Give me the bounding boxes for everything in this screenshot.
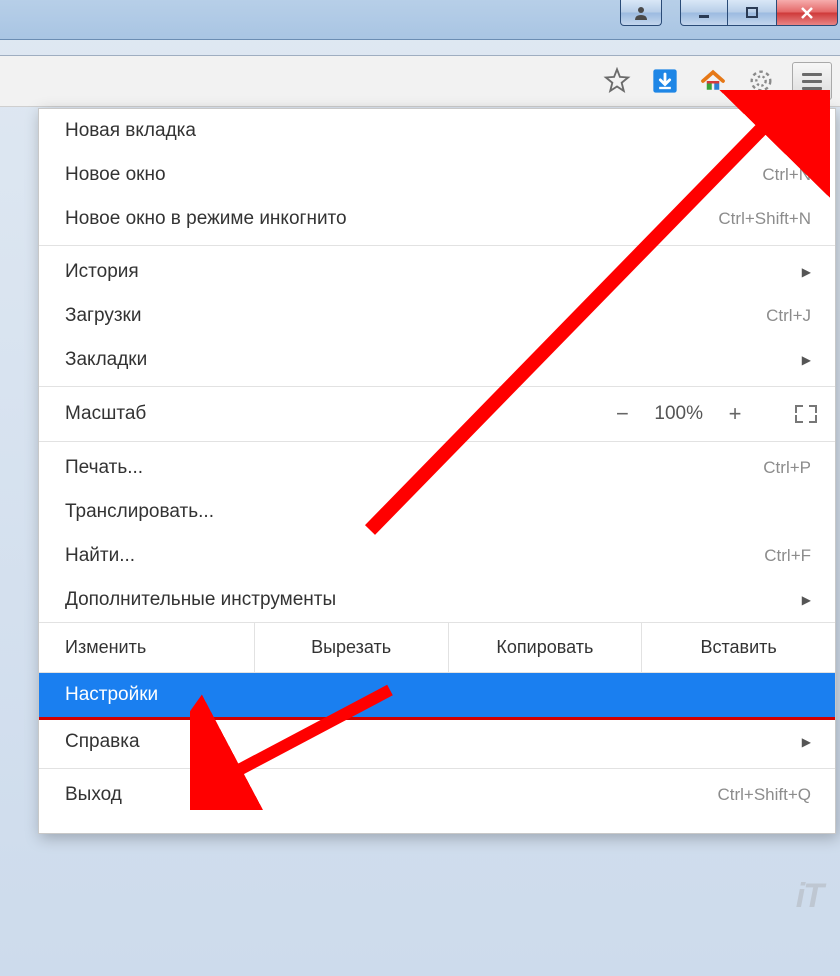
menu-item-label: Дополнительные инструменты [65, 589, 792, 611]
menu-item-shortcut: Ctrl+F [764, 546, 811, 566]
window-titlebar [0, 0, 840, 40]
menu-item-shortcut: Ctrl+Shift+N [718, 209, 811, 229]
menu-new-incognito[interactable]: Новое окно в режиме инкогнито Ctrl+Shift… [39, 197, 835, 241]
fullscreen-icon[interactable] [795, 405, 817, 423]
zoom-out-button[interactable]: − [612, 401, 632, 427]
browser-toolbar [0, 55, 840, 107]
menu-item-label: Транслировать... [65, 501, 811, 523]
menu-item-label: Новая вкладка [65, 120, 764, 142]
menu-item-label: Выход [65, 784, 717, 806]
zoom-value: 100% [654, 403, 703, 425]
menu-help[interactable]: Справка ▶ [39, 720, 835, 764]
close-button[interactable] [776, 0, 838, 26]
menu-find[interactable]: Найти... Ctrl+F [39, 534, 835, 578]
zoom-in-button[interactable]: + [725, 401, 745, 427]
menu-item-label: История [65, 261, 792, 283]
edit-copy-button[interactable]: Копировать [449, 623, 643, 672]
menu-separator [39, 768, 835, 769]
menu-item-label: Новое окно [65, 164, 762, 186]
menu-exit[interactable]: Выход Ctrl+Shift+Q [39, 773, 835, 817]
menu-item-shortcut: Ctrl+Shift+Q [717, 785, 811, 805]
menu-new-tab[interactable]: Новая вкладка Ctrl+T [39, 109, 835, 153]
menu-item-shortcut: Ctrl+N [762, 165, 811, 185]
menu-bookmarks[interactable]: Закладки ▶ [39, 338, 835, 382]
menu-more-tools[interactable]: Дополнительные инструменты ▶ [39, 578, 835, 622]
menu-item-label: Настройки [65, 684, 811, 706]
menu-separator [39, 441, 835, 442]
menu-item-label: Новое окно в режиме инкогнито [65, 208, 718, 230]
menu-item-label: Масштаб [65, 403, 612, 425]
menu-history[interactable]: История ▶ [39, 250, 835, 294]
download-icon[interactable] [648, 64, 682, 98]
menu-item-label: Закладки [65, 349, 792, 371]
menu-separator [39, 245, 835, 246]
menu-separator [39, 386, 835, 387]
menu-downloads[interactable]: Загрузки Ctrl+J [39, 294, 835, 338]
profile-button[interactable] [620, 0, 662, 26]
menu-zoom: Масштаб − 100% + [39, 391, 835, 437]
menu-print[interactable]: Печать... Ctrl+P [39, 446, 835, 490]
menu-settings[interactable]: Настройки [39, 673, 835, 720]
menu-item-shortcut: Ctrl+T [764, 121, 811, 141]
menu-item-label: Загрузки [65, 305, 766, 327]
main-menu-dropdown: Новая вкладка Ctrl+T Новое окно Ctrl+N Н… [38, 108, 836, 834]
edit-label: Изменить [39, 623, 255, 672]
chevron-right-icon: ▶ [802, 593, 811, 607]
maximize-button[interactable] [728, 0, 776, 26]
hamburger-menu-button[interactable] [792, 62, 832, 100]
home-icon[interactable] [696, 64, 730, 98]
star-icon[interactable] [600, 64, 634, 98]
chevron-right-icon: ▶ [802, 265, 811, 279]
minimize-button[interactable] [680, 0, 728, 26]
menu-item-shortcut: Ctrl+P [763, 458, 811, 478]
gear-icon[interactable] [744, 64, 778, 98]
watermark: iT [796, 877, 822, 916]
menu-item-label: Найти... [65, 545, 764, 567]
edit-paste-button[interactable]: Вставить [642, 623, 835, 672]
chevron-right-icon: ▶ [802, 353, 811, 367]
menu-item-shortcut: Ctrl+J [766, 306, 811, 326]
menu-item-label: Печать... [65, 457, 763, 479]
menu-new-window[interactable]: Новое окно Ctrl+N [39, 153, 835, 197]
menu-item-label: Справка [65, 731, 792, 753]
edit-cut-button[interactable]: Вырезать [255, 623, 449, 672]
menu-cast[interactable]: Транслировать... [39, 490, 835, 534]
chevron-right-icon: ▶ [802, 735, 811, 749]
menu-edit-row: Изменить Вырезать Копировать Вставить [39, 622, 835, 673]
